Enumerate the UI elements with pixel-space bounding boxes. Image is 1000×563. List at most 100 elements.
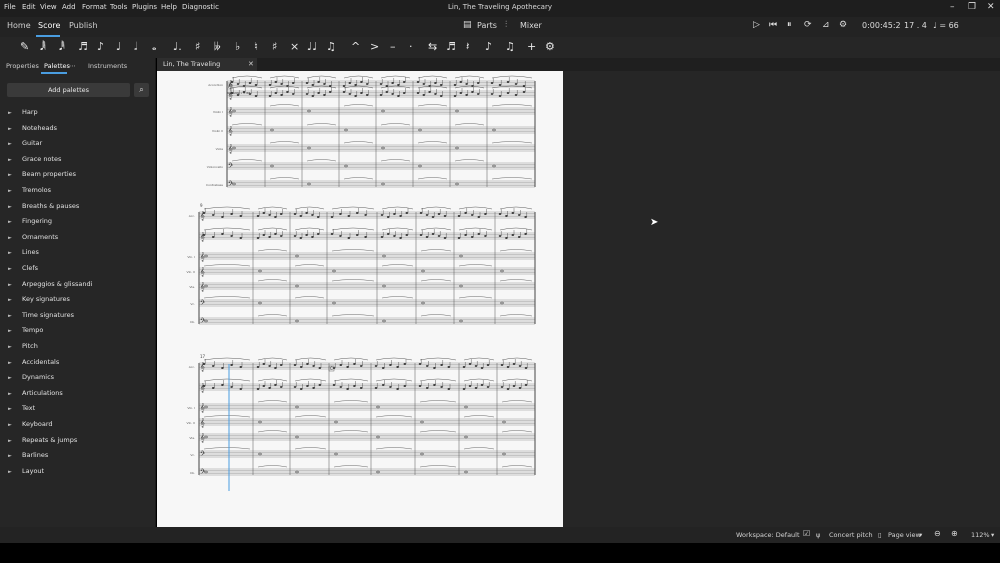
add-palettes-button[interactable]: Add palettes <box>7 83 130 97</box>
tab-palettes[interactable]: Palettes <box>44 62 70 70</box>
rewind-icon[interactable]: ⏮ <box>769 20 777 30</box>
quarter-note-icon[interactable]: ♩ <box>116 40 121 53</box>
double-flat-icon[interactable]: 𝄫 <box>214 40 221 54</box>
pen-icon[interactable]: ✎ <box>20 40 29 53</box>
close-icon[interactable]: ✕ <box>248 58 254 71</box>
palette-item[interactable]: ► Lines <box>8 248 39 260</box>
settings-icon[interactable]: ⚙ <box>545 40 555 53</box>
play-icon[interactable]: ▷ <box>753 20 760 30</box>
palette-item[interactable]: ► Key signatures <box>8 295 70 307</box>
note-head <box>419 234 423 236</box>
search-icon[interactable]: ⌕ <box>134 83 149 97</box>
zoom-in-icon[interactable]: ⊕ <box>951 529 958 538</box>
tab-properties[interactable]: Properties <box>6 62 39 70</box>
loop-icon[interactable]: ⟳ <box>804 20 812 30</box>
view-mode-selector[interactable]: Page view <box>888 531 921 539</box>
note-head <box>416 92 420 94</box>
close-button[interactable]: ✕ <box>987 2 995 12</box>
palette-item[interactable]: ► Arpeggios & glissandi <box>8 280 92 292</box>
metronome-icon[interactable]: ⊿ <box>822 20 830 30</box>
palette-item[interactable]: ► Grace notes <box>8 155 61 167</box>
palette-item[interactable]: ► Layout <box>8 467 44 479</box>
clef-icon: 𝄢 <box>228 162 233 171</box>
note-head <box>468 385 472 387</box>
eighth-note-icon[interactable]: ♪ <box>97 40 104 53</box>
sharp-icon-2[interactable]: ♯ <box>272 40 277 53</box>
tab-home[interactable]: Home <box>7 21 31 30</box>
palette-item[interactable]: ► Breaths & pauses <box>8 202 79 214</box>
flat-icon[interactable]: ♭ <box>235 40 240 53</box>
palette-item[interactable]: ► Articulations <box>8 389 63 401</box>
playback-settings-icon[interactable]: ⚙ <box>839 20 847 30</box>
parts-button[interactable]: Parts <box>477 21 497 30</box>
note-head <box>498 235 502 237</box>
note-head <box>353 363 356 365</box>
dotted-quarter-icon[interactable]: ♩. <box>173 40 182 53</box>
zoom-chevron-down-icon[interactable]: ▾ <box>991 531 994 539</box>
staccato-icon[interactable]: · <box>409 40 413 53</box>
tenuto-icon[interactable]: – <box>390 40 396 53</box>
palette-item[interactable]: ► Dynamics <box>8 373 54 385</box>
accent-icon[interactable]: > <box>370 40 379 53</box>
natural-icon[interactable]: ♮ <box>254 40 258 53</box>
palettes-menu-icon[interactable]: ⋯ <box>69 62 76 70</box>
tab-instruments[interactable]: Instruments <box>88 62 127 70</box>
32nd-note-icon[interactable]: 𝅘𝅥𝅱 <box>59 40 65 54</box>
slur <box>294 227 325 231</box>
whole-note-icon[interactable]: 𝅝 <box>152 40 156 54</box>
palette-item[interactable]: ► Keyboard <box>8 420 53 432</box>
half-note-icon[interactable]: 𝅗𝅥 <box>134 40 138 54</box>
double-sharp-icon[interactable]: × <box>290 40 299 53</box>
64th-note-icon[interactable]: 𝅘𝅥𝅲 <box>40 40 46 54</box>
palette-item[interactable]: ► Fingering <box>8 217 52 229</box>
16th-note-icon[interactable]: ♬ <box>78 40 88 53</box>
flip-icon[interactable]: ⇆ <box>428 40 437 53</box>
restore-button[interactable]: ❐ <box>968 2 976 12</box>
voice-icon[interactable]: ♪ <box>485 40 492 53</box>
tuplet-icon[interactable]: ♬ <box>446 40 456 53</box>
add-icon[interactable]: + <box>527 40 536 53</box>
concert-pitch-label[interactable]: Concert pitch <box>829 531 873 539</box>
note-head <box>459 92 463 94</box>
note-head <box>403 385 407 387</box>
note-head <box>425 214 429 216</box>
tab-score[interactable]: Score <box>38 21 60 30</box>
palette-item[interactable]: ► Time signatures <box>8 311 74 323</box>
palette-item[interactable]: ► Harp <box>8 108 38 120</box>
palette-item[interactable]: ► Noteheads <box>8 124 57 136</box>
slur-icon[interactable]: ♫ <box>326 40 336 53</box>
voice-2-icon[interactable]: ♫ <box>505 40 515 53</box>
note-head <box>317 92 320 94</box>
concert-pitch-checkbox[interactable]: ☑ <box>803 529 810 538</box>
tie <box>380 159 411 162</box>
marcato-icon[interactable]: ^ <box>351 40 360 53</box>
palette-item[interactable]: ► Tremolos <box>8 186 51 198</box>
chevron-down-icon[interactable]: ▾ <box>919 531 922 539</box>
zoom-level[interactable]: 112% <box>971 531 990 539</box>
palette-item[interactable]: ► Repeats & jumps <box>8 436 77 448</box>
mixer-button[interactable]: Mixer <box>520 21 542 30</box>
sharp-icon[interactable]: ♯ <box>195 40 200 53</box>
rest-icon[interactable]: 𝄽 <box>466 40 469 54</box>
palette-item[interactable]: ► Accidentals <box>8 358 59 370</box>
tie-icon[interactable]: ♩♩ <box>307 40 317 53</box>
palette-item[interactable]: ► Barlines <box>8 451 48 463</box>
score-notation[interactable]: Accordion 𝄞 𝄞 Violin I 𝄞 Violin II 𝄞 Viola 𝄞 Viol… <box>157 71 563 527</box>
palette-item[interactable]: ► Beam properties <box>8 170 76 182</box>
tab-publish[interactable]: Publish <box>69 21 98 30</box>
pause-icon[interactable]: ⏸ <box>787 20 792 30</box>
left-panel: Properties Palettes ⋯ Instruments Add pa… <box>0 58 156 527</box>
palette-item[interactable]: ► Pitch <box>8 342 38 354</box>
palette-item[interactable]: ► Clefs <box>8 264 38 276</box>
minimize-button[interactable]: – <box>950 2 955 12</box>
palette-item[interactable]: ► Guitar <box>8 139 42 151</box>
palette-item[interactable]: ► Tempo <box>8 326 43 338</box>
score-canvas[interactable]: Accordion 𝄞 𝄞 Violin I 𝄞 Violin II 𝄞 Viola 𝄞 Viol… <box>157 71 1000 527</box>
zoom-out-icon[interactable]: ⊖ <box>934 529 941 538</box>
score-page[interactable]: Accordion 𝄞 𝄞 Violin I 𝄞 Violin II 𝄞 Viola 𝄞 Viol… <box>157 71 563 527</box>
palette-item[interactable]: ► Ornaments <box>8 233 58 245</box>
document-tab[interactable]: Lin, The Traveling Apothecary ✕ <box>157 58 257 81</box>
workspace-selector[interactable]: Workspace: Default <box>736 531 800 539</box>
palette-item[interactable]: ► Text <box>8 404 35 416</box>
instrument-label: Accordion <box>208 83 223 87</box>
